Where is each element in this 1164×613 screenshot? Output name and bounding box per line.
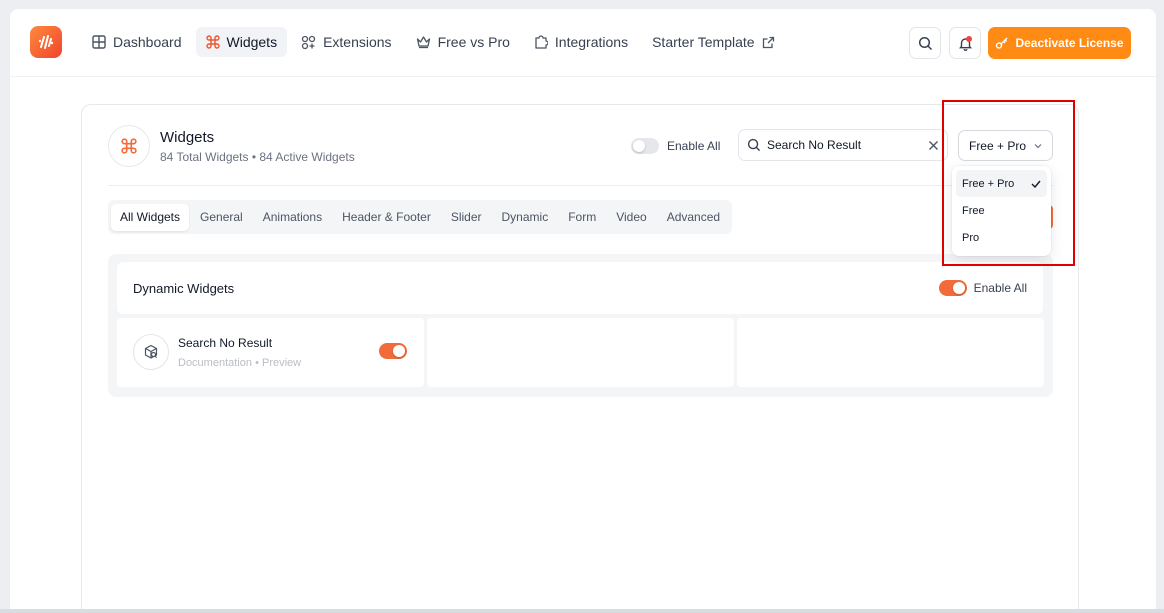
dynamic-widgets-section: Dynamic Widgets Enable All Search No Res…: [108, 254, 1053, 397]
header-divider: [108, 185, 1053, 186]
command-icon: [205, 35, 220, 49]
empty-widget-slot: [737, 318, 1044, 387]
nav-item-starter-template[interactable]: Starter Template: [642, 27, 784, 57]
toggle-knob: [633, 140, 645, 152]
tab-animations[interactable]: Animations: [254, 204, 331, 231]
nav-label: Starter Template: [652, 34, 755, 50]
deactivate-license-label: Deactivate License: [1015, 36, 1124, 50]
nav-item-widgets[interactable]: Widgets: [195, 27, 288, 57]
grid-icon: [92, 35, 106, 49]
page-title: Widgets: [160, 128, 215, 146]
section-enable-all-toggle[interactable]: [938, 280, 967, 296]
notification-dot: [966, 36, 972, 42]
widget-title: Search No Result: [178, 336, 273, 350]
toggle-knob: [393, 345, 405, 357]
nav-label: Free vs Pro: [437, 34, 510, 50]
tab-dynamic[interactable]: Dynamic: [493, 204, 558, 231]
widget-links: Documentation • Preview: [178, 357, 301, 369]
nav-label: Dashboard: [113, 34, 182, 50]
nav-item-free-vs-pro[interactable]: Free vs Pro: [406, 27, 520, 57]
bottom-edge: [0, 609, 1164, 613]
annotation-highlight: [942, 100, 1075, 266]
top-navigation: Dashboard Widgets Extensions Free vs Pro…: [10, 9, 1156, 77]
widget-icon-badge: [133, 334, 169, 370]
search-icon: [747, 138, 761, 152]
puzzle-icon: [535, 35, 548, 49]
tab-video[interactable]: Video: [607, 204, 655, 231]
logo-icon: [38, 35, 54, 49]
widgets-card: Widgets 84 Total Widgets • 84 Active Wid…: [81, 104, 1079, 613]
external-link-icon: [762, 36, 774, 48]
card-header: Widgets 84 Total Widgets • 84 Active Wid…: [108, 125, 355, 167]
section-enable-all-label: Enable All: [973, 281, 1027, 295]
documentation-link[interactable]: Documentation: [178, 357, 252, 369]
enable-all-label: Enable All: [667, 139, 721, 153]
toggle-knob: [952, 282, 965, 294]
nav-label: Integrations: [554, 34, 629, 50]
empty-widget-slot: [427, 318, 734, 387]
tab-header-footer[interactable]: Header & Footer: [333, 204, 440, 231]
nav-item-extensions[interactable]: Extensions: [291, 27, 401, 57]
tab-form[interactable]: Form: [559, 204, 605, 231]
search-button[interactable]: [909, 27, 941, 59]
crown-icon: [416, 36, 430, 49]
widget-grid: Search No Result Documentation • Preview: [117, 318, 1044, 387]
card-heading-text: Widgets 84 Total Widgets • 84 Active Wid…: [160, 129, 355, 164]
widget-card: Search No Result Documentation • Preview: [117, 318, 424, 387]
tab-all-widgets[interactable]: All Widgets: [111, 203, 190, 231]
nav-items: Dashboard Widgets Extensions Free vs Pro…: [82, 27, 785, 57]
search-no-result-icon: [144, 344, 158, 359]
key-icon: [996, 37, 1008, 49]
extensions-icon: [301, 35, 316, 49]
enable-all-toggle[interactable]: [631, 138, 659, 154]
command-icon: [121, 138, 137, 154]
notifications-button[interactable]: [949, 27, 981, 59]
section-title: Dynamic Widgets: [133, 280, 235, 296]
nav-label: Widgets: [226, 34, 278, 50]
widget-toggle[interactable]: [379, 343, 407, 359]
tab-advanced[interactable]: Advanced: [658, 204, 729, 231]
widgets-badge: [108, 125, 150, 167]
clear-icon[interactable]: [928, 140, 939, 151]
tab-general[interactable]: General: [191, 204, 252, 231]
nav-item-integrations[interactable]: Integrations: [524, 27, 638, 57]
deactivate-license-button[interactable]: Deactivate License: [988, 27, 1131, 59]
link-separator: •: [255, 357, 259, 369]
widgets-count: 84 Total Widgets • 84 Active Widgets: [160, 149, 355, 164]
search-value: Search No Result: [767, 138, 862, 152]
search-input[interactable]: Search No Result: [738, 129, 948, 161]
nav-label: Extensions: [323, 34, 392, 50]
category-tabs: All Widgets General Animations Header & …: [108, 200, 733, 234]
section-header: Dynamic Widgets Enable All: [117, 262, 1043, 314]
nav-item-dashboard[interactable]: Dashboard: [82, 27, 192, 57]
search-icon: [918, 36, 932, 50]
tab-slider[interactable]: Slider: [442, 204, 491, 231]
preview-link[interactable]: Preview: [262, 357, 301, 369]
section-enable-all: Enable All: [938, 280, 1027, 296]
brand-logo[interactable]: [30, 26, 62, 58]
enable-all-global: Enable All: [631, 138, 720, 154]
